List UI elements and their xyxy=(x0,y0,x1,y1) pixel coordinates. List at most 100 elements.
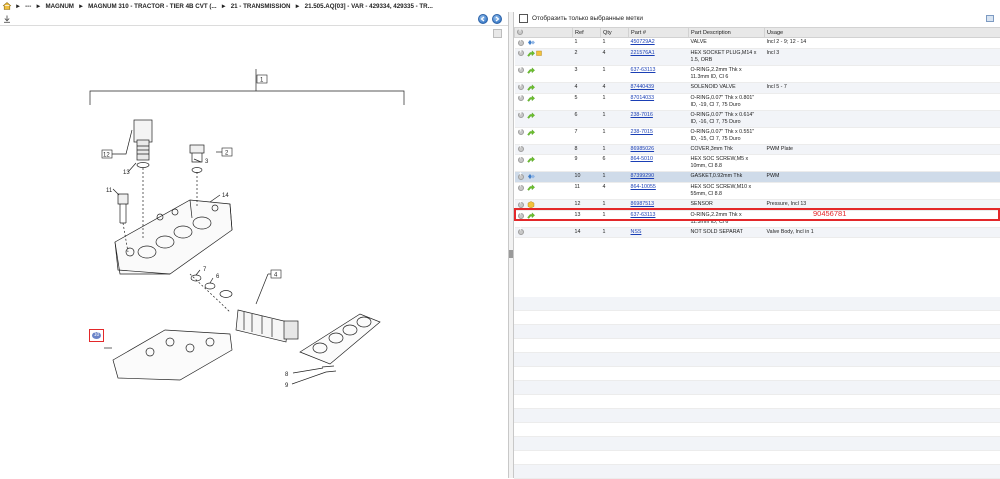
cell-part-description: O-RING,2.2mm Thk x11.3mm ID, Cl 6 xyxy=(689,211,765,228)
part-number-link[interactable]: 86987513 xyxy=(631,201,655,207)
row-actions xyxy=(515,228,573,238)
part-number-link[interactable]: 86985026 xyxy=(631,146,655,152)
expand-row-icon[interactable] xyxy=(518,174,524,180)
table-row[interactable]: 131637-63113O-RING,2.2mm Thk x11.3mm ID,… xyxy=(515,211,1000,228)
callout-12[interactable]: 12 xyxy=(103,153,110,159)
replacement-arrow-icon[interactable] xyxy=(527,129,535,136)
part-number-link[interactable]: 87014033 xyxy=(631,95,655,101)
replacement-arrow-icon[interactable] xyxy=(527,184,535,191)
header-ref[interactable]: Ref xyxy=(573,28,601,38)
expand-row-icon[interactable] xyxy=(518,129,524,135)
table-row[interactable]: 10187399290GASKET,0.92mm ThkPWM xyxy=(515,172,1000,183)
callout-6[interactable]: 6 xyxy=(216,274,220,280)
expand-row-icon[interactable] xyxy=(518,213,524,219)
empty-row xyxy=(514,339,1000,353)
splitter-grip-icon[interactable] xyxy=(509,250,513,258)
part-number-link[interactable]: 450729A2 xyxy=(631,39,655,45)
cell-part-number: 87014033 xyxy=(629,93,689,110)
empty-row xyxy=(514,297,1000,311)
callout-10[interactable]: 10 xyxy=(92,332,101,339)
part-number-link[interactable]: 864-5010 xyxy=(631,156,653,162)
replacement-arrow-icon[interactable] xyxy=(527,212,535,219)
cell-ref: 5 xyxy=(573,93,601,110)
description-line-2: 55mm, Cl 8.8 xyxy=(691,191,765,198)
table-row[interactable]: 12186987513SENSORPressure, Incl 13 xyxy=(515,200,1000,211)
cell-qty: 1 xyxy=(601,65,629,82)
package-icon[interactable] xyxy=(536,50,542,56)
table-row[interactable]: 141NSSNOT SOLD SEPARATValve Body, Incl i… xyxy=(515,228,1000,238)
header-expand[interactable] xyxy=(515,28,573,38)
table-row[interactable]: 8186985026COVER,3mm ThkPWM Plate xyxy=(515,144,1000,154)
replacement-arrow-icon[interactable] xyxy=(527,50,535,57)
part-number-link[interactable]: 87440439 xyxy=(631,84,655,90)
breadcrumb-item-root[interactable]: --- xyxy=(25,3,31,10)
table-row[interactable]: 4487440439SOLENOID VALVEIncl 5 - 7 xyxy=(515,82,1000,93)
expand-row-icon[interactable] xyxy=(518,50,524,56)
table-row[interactable]: 71238-7015O-RING,0.07" Thk x 0.551"ID, -… xyxy=(515,127,1000,144)
part-number-link[interactable]: NSS xyxy=(631,229,642,235)
callout-14[interactable]: 14 xyxy=(222,193,229,199)
header-part-description[interactable]: Part Description xyxy=(689,28,765,38)
expand-row-icon[interactable] xyxy=(518,185,524,191)
part-number-link[interactable]: 864-10055 xyxy=(631,184,656,190)
row-actions xyxy=(515,65,573,82)
row-actions xyxy=(515,144,573,154)
cell-ref: 14 xyxy=(573,228,601,238)
table-row[interactable]: 31637-63113O-RING,2.2mm Thk x11.3mm ID, … xyxy=(515,65,1000,82)
callout-10-highlight[interactable]: 10 xyxy=(89,329,104,342)
callout-11[interactable]: 11 xyxy=(106,188,113,194)
expand-row-icon[interactable] xyxy=(518,95,524,101)
expand-row-icon[interactable] xyxy=(518,40,524,46)
part-number-link[interactable]: 238-7016 xyxy=(631,112,653,118)
part-number-link[interactable]: 87399290 xyxy=(631,173,655,179)
replacement-arrow-icon[interactable] xyxy=(527,84,535,91)
show-selected-only-checkbox[interactable] xyxy=(519,14,528,23)
replacement-arrow-icon[interactable] xyxy=(527,112,535,119)
package-icon[interactable] xyxy=(527,201,535,208)
breadcrumb-item-section[interactable]: 21 - TRANSMISSION xyxy=(231,3,291,10)
expand-all-icon[interactable] xyxy=(517,29,523,35)
expand-row-icon[interactable] xyxy=(518,112,524,118)
assembly-icon[interactable] xyxy=(527,39,535,46)
header-part-number[interactable]: Part # xyxy=(629,28,689,38)
expand-row-icon[interactable] xyxy=(518,202,524,208)
row-actions xyxy=(515,93,573,110)
home-icon[interactable] xyxy=(2,2,12,10)
table-row[interactable]: 11450729A2VALVEIncl 2 - 9; 12 - 14 xyxy=(515,38,1000,49)
part-number-link[interactable]: 221576A1 xyxy=(631,50,655,56)
table-row[interactable]: 96864-5010HEX SOC SCREW,M5 x10mm, Cl 8.8 xyxy=(515,155,1000,172)
callout-13[interactable]: 13 xyxy=(123,170,130,176)
part-number-link[interactable]: 637-63113 xyxy=(631,212,656,218)
description-line-1: GASKET,0.92mm Thk xyxy=(691,173,765,180)
callout-3[interactable]: 3 xyxy=(205,159,209,165)
table-row[interactable]: 24221576A1HEX SOCKET PLUG,M14 x1.5, ORBI… xyxy=(515,48,1000,65)
replacement-arrow-icon[interactable] xyxy=(527,156,535,163)
part-number-link[interactable]: 637-63113 xyxy=(631,67,656,73)
breadcrumb-item-brand[interactable]: MAGNUM xyxy=(45,3,74,10)
replacement-arrow-icon[interactable] xyxy=(527,95,535,102)
breadcrumb-item-group[interactable]: 21.505.AQ[03] - VAR - 429334, 429335 - T… xyxy=(305,3,433,10)
column-settings-icon[interactable] xyxy=(986,15,994,22)
expand-row-icon[interactable] xyxy=(518,67,524,73)
header-qty[interactable]: Qty xyxy=(601,28,629,38)
table-row[interactable]: 5187014033O-RING,0.07" Thk x 0.801"ID, -… xyxy=(515,93,1000,110)
empty-row xyxy=(514,367,1000,381)
expand-row-icon[interactable] xyxy=(518,146,524,152)
part-number-link[interactable]: 238-7015 xyxy=(631,129,653,135)
header-usage[interactable]: Usage xyxy=(765,28,1000,38)
replacement-arrow-icon[interactable] xyxy=(527,67,535,74)
expand-row-icon[interactable] xyxy=(518,229,524,235)
callout-7[interactable]: 7 xyxy=(203,267,207,273)
cell-ref: 8 xyxy=(573,144,601,154)
expand-row-icon[interactable] xyxy=(518,84,524,90)
cell-qty: 1 xyxy=(601,172,629,183)
breadcrumb-item-model[interactable]: MAGNUM 310 - TRACTOR - TIER 4B CVT (... xyxy=(88,3,216,10)
callout-9[interactable]: 9 xyxy=(285,383,289,389)
description-line-2: ID, -16, Cl 7, 75 Duro xyxy=(691,119,765,126)
callout-8[interactable]: 8 xyxy=(285,372,289,378)
table-row[interactable]: 61238-7016O-RING,0.07" Thk x 0.614"ID, -… xyxy=(515,110,1000,127)
expand-row-icon[interactable] xyxy=(518,157,524,163)
table-row[interactable]: 114864-10055HEX SOC SCREW,M10 x55mm, Cl … xyxy=(515,183,1000,200)
cell-qty: 1 xyxy=(601,127,629,144)
assembly-icon[interactable] xyxy=(527,173,535,180)
